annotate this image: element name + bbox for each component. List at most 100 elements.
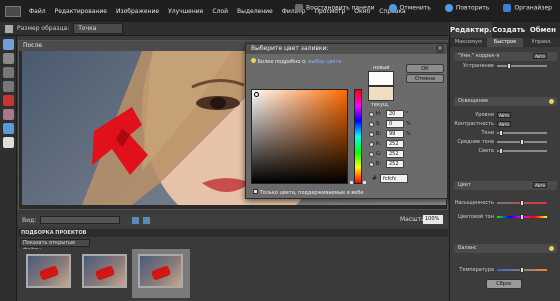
view-select[interactable] <box>40 216 121 224</box>
project-bin <box>18 249 448 301</box>
sync-icon[interactable] <box>143 216 151 224</box>
ok-button[interactable]: ОК <box>406 64 444 73</box>
slider-knob[interactable] <box>507 62 511 69</box>
redo-button[interactable]: Повторить <box>444 4 489 12</box>
color-help-link[interactable]: выбор цвета <box>308 59 341 65</box>
smart-fix-header[interactable]: "Умн." коррек-я Авто <box>454 52 557 61</box>
saturation-brightness-field[interactable] <box>251 89 348 184</box>
menu-file[interactable]: Файл <box>29 8 46 15</box>
undo-button[interactable]: Отменить <box>388 4 431 12</box>
tab-create[interactable]: Создать <box>492 22 526 38</box>
radio-h[interactable] <box>369 111 374 117</box>
smart-fix-auto-button[interactable]: Авто <box>533 53 547 59</box>
close-icon[interactable]: × <box>436 45 444 53</box>
radio-r[interactable] <box>369 141 374 147</box>
levels-auto-button[interactable]: Авто <box>497 111 511 118</box>
field-row-r: R: 252 <box>369 139 412 149</box>
menu-layer[interactable]: Слой <box>212 8 228 15</box>
app-menu-icon[interactable] <box>5 5 21 17</box>
slider-knob[interactable] <box>499 129 503 136</box>
field-row-s: S: 0% <box>369 119 412 129</box>
midtones-slider[interactable] <box>497 138 547 145</box>
green-input[interactable]: 252 <box>386 150 404 158</box>
hue-slider-handle[interactable] <box>350 181 366 184</box>
saturation-slider[interactable] <box>497 200 547 206</box>
tab-share[interactable]: Обмен <box>526 22 560 38</box>
slider-knob[interactable] <box>520 214 524 220</box>
slider-knob[interactable] <box>499 147 503 154</box>
tab-quick-fix[interactable]: Быстрое <box>486 38 524 47</box>
project-bin-show-select[interactable]: Показать открытые файлы <box>20 239 90 253</box>
temperature-row: Температура <box>454 265 557 274</box>
menu-select[interactable]: Выделение <box>237 8 273 15</box>
radio-b[interactable] <box>369 131 374 137</box>
sample-size-select[interactable]: Точка <box>73 23 124 34</box>
smart-fix-section: "Умн." коррек-я Авто Устранение <box>454 52 557 70</box>
contrast-auto-button[interactable]: Авто <box>497 120 511 127</box>
radio-blue[interactable] <box>369 161 374 167</box>
sample-size-label: Размер образца: <box>17 25 70 32</box>
highlights-slider[interactable] <box>497 147 547 154</box>
edit-panel: Редактир. Создать Обмен Максимум Быстрое… <box>449 22 560 301</box>
hue-slider[interactable] <box>354 89 362 184</box>
red-input[interactable]: 252 <box>386 140 404 148</box>
thumbnail-wrapper <box>20 249 77 294</box>
field-row-h: H: 20 ° <box>369 109 412 119</box>
temperature-slider[interactable] <box>497 266 547 273</box>
tab-full-edit[interactable]: Максимум <box>450 38 487 47</box>
levels-row: Уровни Авто <box>454 110 557 119</box>
hue-input[interactable]: 20 <box>386 110 404 118</box>
thumbnail[interactable] <box>82 254 127 288</box>
thumbnail[interactable] <box>26 254 71 288</box>
color-picker-hint: Более подробно о: выбор цвета <box>251 58 342 65</box>
organizer-button[interactable]: Органайзер <box>503 4 552 12</box>
balance-header[interactable]: Баланс <box>454 244 557 253</box>
saturation-row: Насыщенность <box>454 196 557 210</box>
menu-enhance[interactable]: Улучшение <box>168 8 203 15</box>
heal-tool-icon[interactable] <box>2 123 14 134</box>
slider-knob[interactable] <box>520 200 524 206</box>
hue-adjust-slider[interactable] <box>497 214 547 220</box>
lighting-header[interactable]: Освещение <box>454 97 557 106</box>
new-color-swatch <box>368 71 394 86</box>
photoshop-elements-window: Файл Редактирование Изображение Улучшени… <box>0 0 560 301</box>
color-auto-button[interactable]: Авто <box>533 182 547 188</box>
shadows-slider[interactable] <box>497 129 547 136</box>
shadows-row: Тени <box>454 128 557 137</box>
smart-fix-slider[interactable] <box>497 62 547 69</box>
restore-panels-button[interactable]: Восстановить панели <box>295 4 375 12</box>
toolbox <box>0 36 17 301</box>
tool-options-bar: Размер образца: Точка <box>0 22 448 36</box>
menu-edit[interactable]: Редактирование <box>55 8 107 15</box>
thumbnail-selected[interactable] <box>138 254 183 288</box>
slider-knob[interactable] <box>520 138 524 145</box>
red-eye-tool-icon[interactable] <box>2 95 14 106</box>
tab-edit[interactable]: Редактир. <box>450 22 492 38</box>
tab-guided[interactable]: Управл. <box>523 38 560 47</box>
color-picker-title: Выберите цвет заливки: <box>246 44 447 54</box>
web-colors-only-checkbox[interactable]: Только цвета, поддерживаемые в вебе <box>253 189 364 196</box>
color-header[interactable]: Цвет Авто <box>454 181 557 190</box>
radio-g[interactable] <box>369 151 374 157</box>
menu-image[interactable]: Изображение <box>116 8 159 15</box>
zoom-tool-icon[interactable] <box>2 39 14 50</box>
brush-tool-icon[interactable] <box>2 109 14 120</box>
blue-input[interactable]: 252 <box>386 160 404 168</box>
saturation-input[interactable]: 0 <box>386 120 404 128</box>
radio-s[interactable] <box>369 121 374 127</box>
reset-button[interactable]: Сброс <box>486 279 522 289</box>
project-bin-header[interactable]: ПОДБОРКА ПРОЕКТОВ <box>18 229 448 237</box>
layout-icon[interactable] <box>132 216 140 224</box>
hex-row: # fcfcfc <box>372 174 409 183</box>
crop-tool-icon[interactable] <box>2 67 14 78</box>
color-selector-marker[interactable] <box>254 92 259 97</box>
brightness-input[interactable]: 99 <box>386 130 404 138</box>
hand-tool-icon[interactable] <box>2 53 14 64</box>
smart-fix-row: Устранение <box>454 61 557 70</box>
zoom-field[interactable]: 100% <box>423 215 443 224</box>
fill-tool-icon[interactable] <box>2 137 14 148</box>
text-tool-icon[interactable] <box>2 81 14 92</box>
slider-knob[interactable] <box>520 266 524 273</box>
cancel-button[interactable]: Отмена <box>406 74 444 83</box>
hex-input[interactable]: fcfcfc <box>380 174 409 183</box>
